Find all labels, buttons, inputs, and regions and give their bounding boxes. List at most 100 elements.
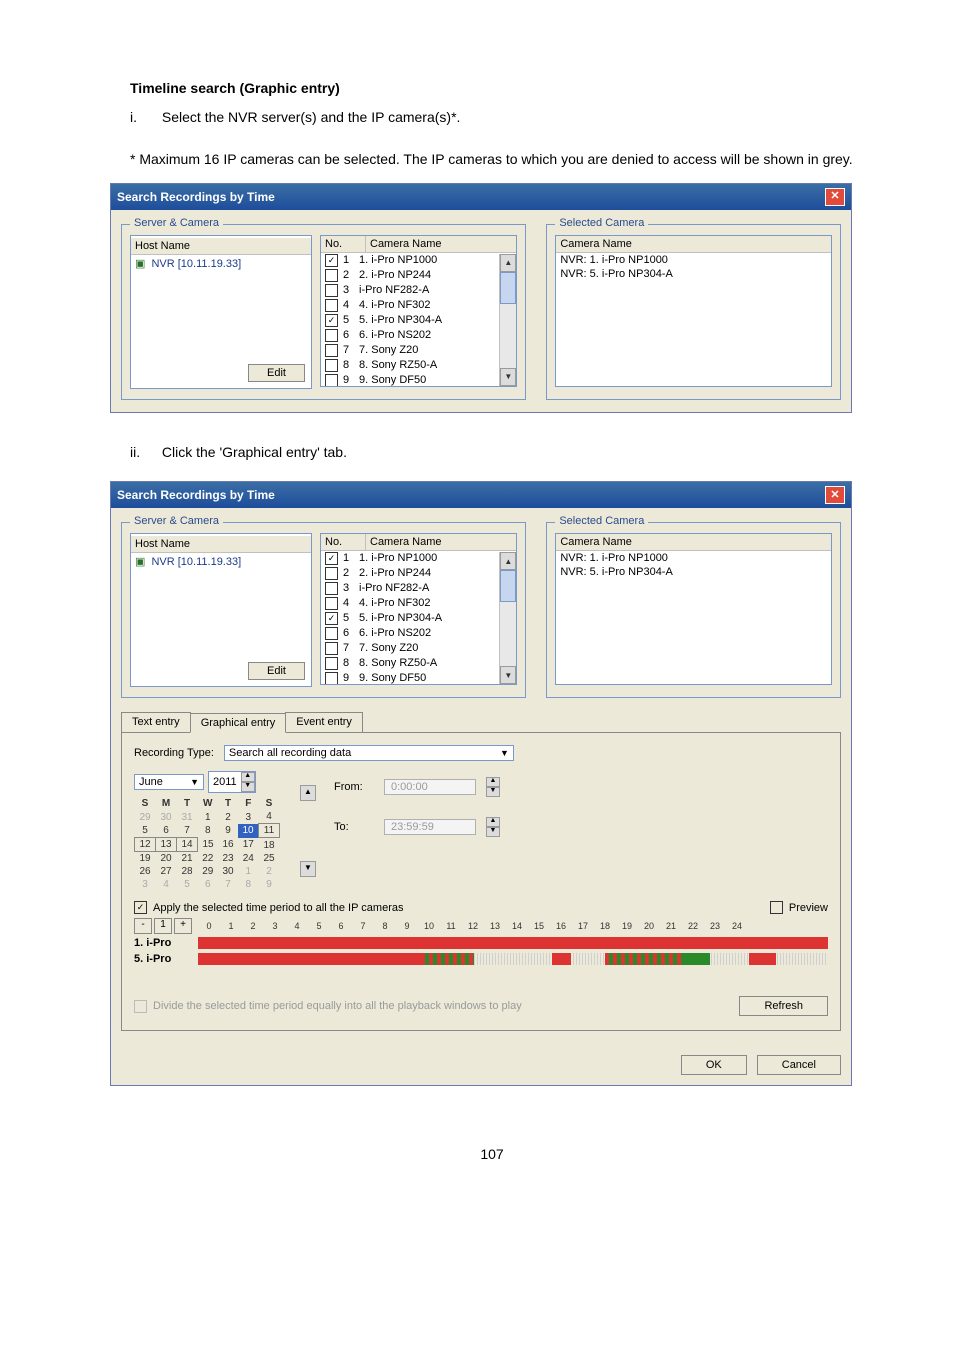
edit-button[interactable]: Edit [248, 364, 305, 382]
scroll-thumb[interactable] [500, 570, 516, 602]
camera-checkbox[interactable] [325, 359, 338, 372]
selected-row[interactable]: NVR: 1. i-Pro NP1000 [556, 551, 831, 565]
host-row[interactable]: ▣ NVR [10.11.19.33] [131, 255, 311, 272]
camera-checkbox[interactable] [325, 254, 338, 267]
calendar-day[interactable]: 12 [135, 838, 156, 852]
camera-row[interactable]: 99. Sony DF50 [321, 373, 516, 387]
timeline-row[interactable]: 1. i-Pro [134, 936, 828, 950]
scrollbar[interactable]: ▲ ▼ [499, 254, 516, 386]
year-spinner[interactable]: 2011 ▲ ▼ [208, 771, 256, 793]
camera-list[interactable]: No. Camera Name 11. i-Pro NP100022. i-Pr… [320, 533, 517, 685]
camera-checkbox[interactable] [325, 344, 338, 357]
camera-row[interactable]: 55. i-Pro NP304-A [321, 313, 516, 328]
camera-checkbox[interactable] [325, 284, 338, 297]
spin-up-icon[interactable]: ▲ [486, 777, 500, 787]
calendar-day[interactable]: 15 [198, 838, 219, 852]
calendar-day[interactable]: 19 [135, 852, 156, 866]
calendar-day[interactable]: 3 [135, 878, 156, 891]
calendar-day[interactable]: 24 [238, 852, 259, 866]
calendar-day[interactable]: 10 [238, 824, 259, 838]
camera-row[interactable]: 55. i-Pro NP304-A [321, 611, 516, 626]
camera-checkbox[interactable] [325, 597, 338, 610]
camera-row[interactable]: 66. i-Pro NS202 [321, 328, 516, 343]
tab-graphical-entry[interactable]: Graphical entry [190, 713, 287, 733]
ok-button[interactable]: OK [681, 1055, 747, 1075]
calendar-day[interactable]: 4 [259, 810, 280, 824]
selected-row[interactable]: NVR: 5. i-Pro NP304-A [556, 267, 831, 281]
calendar-day[interactable]: 26 [135, 865, 156, 878]
selected-row[interactable]: NVR: 5. i-Pro NP304-A [556, 565, 831, 579]
calendar-day[interactable]: 9 [259, 878, 280, 891]
camera-row[interactable]: 88. Sony RZ50-A [321, 358, 516, 373]
scroll-up-icon[interactable]: ▲ [500, 254, 516, 272]
cancel-button[interactable]: Cancel [757, 1055, 841, 1075]
selected-row[interactable]: NVR: 1. i-Pro NP1000 [556, 253, 831, 267]
tab-text-entry[interactable]: Text entry [121, 712, 191, 732]
calendar-day[interactable]: 27 [156, 865, 177, 878]
calendar-day[interactable]: 18 [259, 838, 280, 852]
camera-row[interactable]: 77. Sony Z20 [321, 641, 516, 656]
calendar-day[interactable]: 29 [135, 810, 156, 824]
selected-list[interactable]: Camera Name NVR: 1. i-Pro NP1000NVR: 5. … [555, 235, 832, 387]
camera-checkbox[interactable] [325, 314, 338, 327]
camera-row[interactable]: 22. i-Pro NP244 [321, 268, 516, 283]
scroll-down-icon[interactable]: ▼ [500, 368, 516, 386]
calendar-day[interactable]: 1 [238, 865, 259, 878]
calendar-day[interactable]: 5 [177, 878, 198, 891]
timeline-row[interactable]: 5. i-Pro [134, 952, 828, 966]
camera-row[interactable]: 44. i-Pro NF302 [321, 596, 516, 611]
calendar-day[interactable]: 21 [177, 852, 198, 866]
camera-row[interactable]: 11. i-Pro NP1000 [321, 551, 516, 566]
calendar-day[interactable]: 6 [198, 878, 219, 891]
calendar-day[interactable]: 30 [218, 865, 238, 878]
calendar-day[interactable]: 7 [218, 878, 238, 891]
camera-checkbox[interactable] [325, 612, 338, 625]
calendar-day[interactable]: 22 [198, 852, 219, 866]
camera-row[interactable]: 3i-Pro NF282-A [321, 283, 516, 298]
camera-row[interactable]: 88. Sony RZ50-A [321, 656, 516, 671]
spin-up-icon[interactable]: ▲ [241, 772, 255, 782]
close-icon[interactable]: ✕ [825, 486, 845, 504]
calendar-day[interactable]: 14 [177, 838, 198, 852]
camera-row[interactable]: 44. i-Pro NF302 [321, 298, 516, 313]
calendar-day[interactable]: 8 [238, 878, 259, 891]
camera-checkbox[interactable] [325, 374, 338, 387]
host-list[interactable]: Host Name ▣ NVR [10.11.19.33] Edit [130, 533, 312, 687]
camera-row[interactable]: 99. Sony DF50 [321, 671, 516, 685]
camera-checkbox[interactable] [325, 657, 338, 670]
calendar-day[interactable]: 7 [177, 824, 198, 838]
calendar-day[interactable]: 4 [156, 878, 177, 891]
recording-type-combo[interactable]: Search all recording data ▼ [224, 745, 514, 761]
calendar-grid[interactable]: SMTWTFS 29303112345678910111213141516171… [134, 797, 280, 891]
camera-row[interactable]: 77. Sony Z20 [321, 343, 516, 358]
zoom-out-button[interactable]: - [134, 918, 152, 934]
calendar-day[interactable]: 8 [198, 824, 219, 838]
calendar-day[interactable]: 2 [218, 810, 238, 824]
host-row[interactable]: ▣ NVR [10.11.19.33] [131, 553, 311, 570]
calendar-day[interactable]: 11 [259, 824, 280, 838]
selected-list[interactable]: Camera Name NVR: 1. i-Pro NP1000NVR: 5. … [555, 533, 832, 685]
camera-checkbox[interactable] [325, 672, 338, 685]
calendar-day[interactable]: 31 [177, 810, 198, 824]
camera-checkbox[interactable] [325, 299, 338, 312]
camera-checkbox[interactable] [325, 552, 338, 565]
camera-row[interactable]: 66. i-Pro NS202 [321, 626, 516, 641]
scroll-thumb[interactable] [500, 272, 516, 304]
timeline-bar[interactable] [198, 937, 828, 949]
calendar-day[interactable]: 29 [198, 865, 219, 878]
calendar-day[interactable]: 1 [198, 810, 219, 824]
cal-scroll-up-icon[interactable]: ▲ [300, 785, 316, 801]
calendar-day[interactable]: 25 [259, 852, 280, 866]
spin-up-icon[interactable]: ▲ [486, 817, 500, 827]
calendar-day[interactable]: 23 [218, 852, 238, 866]
close-icon[interactable]: ✕ [825, 188, 845, 206]
camera-row[interactable]: 11. i-Pro NP1000 [321, 253, 516, 268]
camera-checkbox[interactable] [325, 627, 338, 640]
calendar-day[interactable]: 16 [218, 838, 238, 852]
refresh-button[interactable]: Refresh [739, 996, 828, 1016]
calendar-day[interactable]: 9 [218, 824, 238, 838]
tab-event-entry[interactable]: Event entry [285, 712, 363, 732]
camera-row[interactable]: 3i-Pro NF282-A [321, 581, 516, 596]
camera-checkbox[interactable] [325, 582, 338, 595]
month-combo[interactable]: June ▼ [134, 774, 204, 790]
